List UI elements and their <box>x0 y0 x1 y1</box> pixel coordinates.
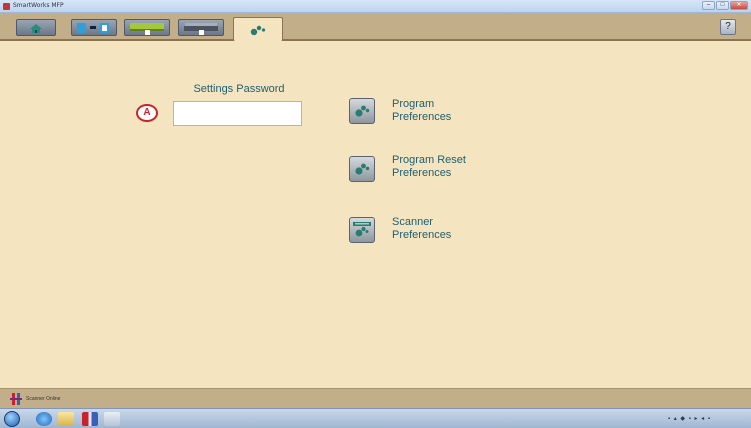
window-title: SmartWorks MFP <box>13 2 64 9</box>
main-toolbar: ? <box>0 13 751 41</box>
scanner-preferences-line1: Scanner <box>392 216 433 228</box>
tab-home[interactable] <box>16 19 56 36</box>
status-bar: Scanner Online <box>0 388 751 408</box>
close-button[interactable]: ✕ <box>730 1 748 10</box>
annotation-marker: A <box>136 104 158 122</box>
settings-dots-icon <box>355 163 370 175</box>
program-reset-preferences-line1: Program Reset <box>392 154 466 166</box>
app-window-icon[interactable] <box>104 412 120 426</box>
copy-icon <box>77 22 109 33</box>
tab-scan[interactable] <box>124 19 170 36</box>
tab-print[interactable] <box>178 19 224 36</box>
help-button[interactable]: ? <box>720 19 736 35</box>
print-icon <box>184 22 218 35</box>
maximize-button[interactable]: □ <box>716 1 729 10</box>
browser-icon[interactable] <box>36 412 52 426</box>
scan-icon <box>130 22 164 35</box>
settings-dots-icon <box>355 105 370 117</box>
window-controls: – □ ✕ <box>702 1 748 10</box>
tab-settings[interactable] <box>233 17 283 41</box>
settings-password-label: Settings Password <box>193 83 285 95</box>
settings-password-field[interactable] <box>173 101 302 126</box>
start-button[interactable] <box>4 411 20 427</box>
status-text: Scanner Online <box>26 396 61 402</box>
home-icon <box>30 23 42 33</box>
program-preferences-line1: Program <box>392 98 435 110</box>
window-title-bar: SmartWorks MFP – □ ✕ <box>0 0 751 13</box>
tab-copy[interactable] <box>71 19 117 36</box>
program-reset-preferences-label[interactable]: Program Reset Preferences <box>392 154 466 180</box>
minimize-button[interactable]: – <box>702 1 715 10</box>
system-tray[interactable]: ▪ ▴ ◆ ▪ ▸ ◂ ▪ <box>668 415 711 422</box>
os-taskbar: ▪ ▴ ◆ ▪ ▸ ◂ ▪ <box>0 408 751 428</box>
scanner-status-icon <box>10 393 22 405</box>
app-icon <box>3 3 10 10</box>
settings-dots-icon <box>250 25 266 35</box>
program-reset-preferences-line2: Preferences <box>392 167 452 179</box>
scanner-preferences-button[interactable] <box>349 217 375 243</box>
program-preferences-button[interactable] <box>349 98 375 124</box>
scanner-preferences-label[interactable]: Scanner Preferences <box>392 216 451 242</box>
scanner-settings-icon <box>353 222 371 237</box>
program-preferences-label[interactable]: Program Preferences <box>392 98 451 124</box>
scanner-preferences-line2: Preferences <box>392 229 452 241</box>
folder-icon[interactable] <box>58 412 74 426</box>
program-preferences-line2: Preferences <box>392 111 452 123</box>
scanner-app-icon[interactable] <box>82 412 98 426</box>
program-reset-preferences-button[interactable] <box>349 156 375 182</box>
